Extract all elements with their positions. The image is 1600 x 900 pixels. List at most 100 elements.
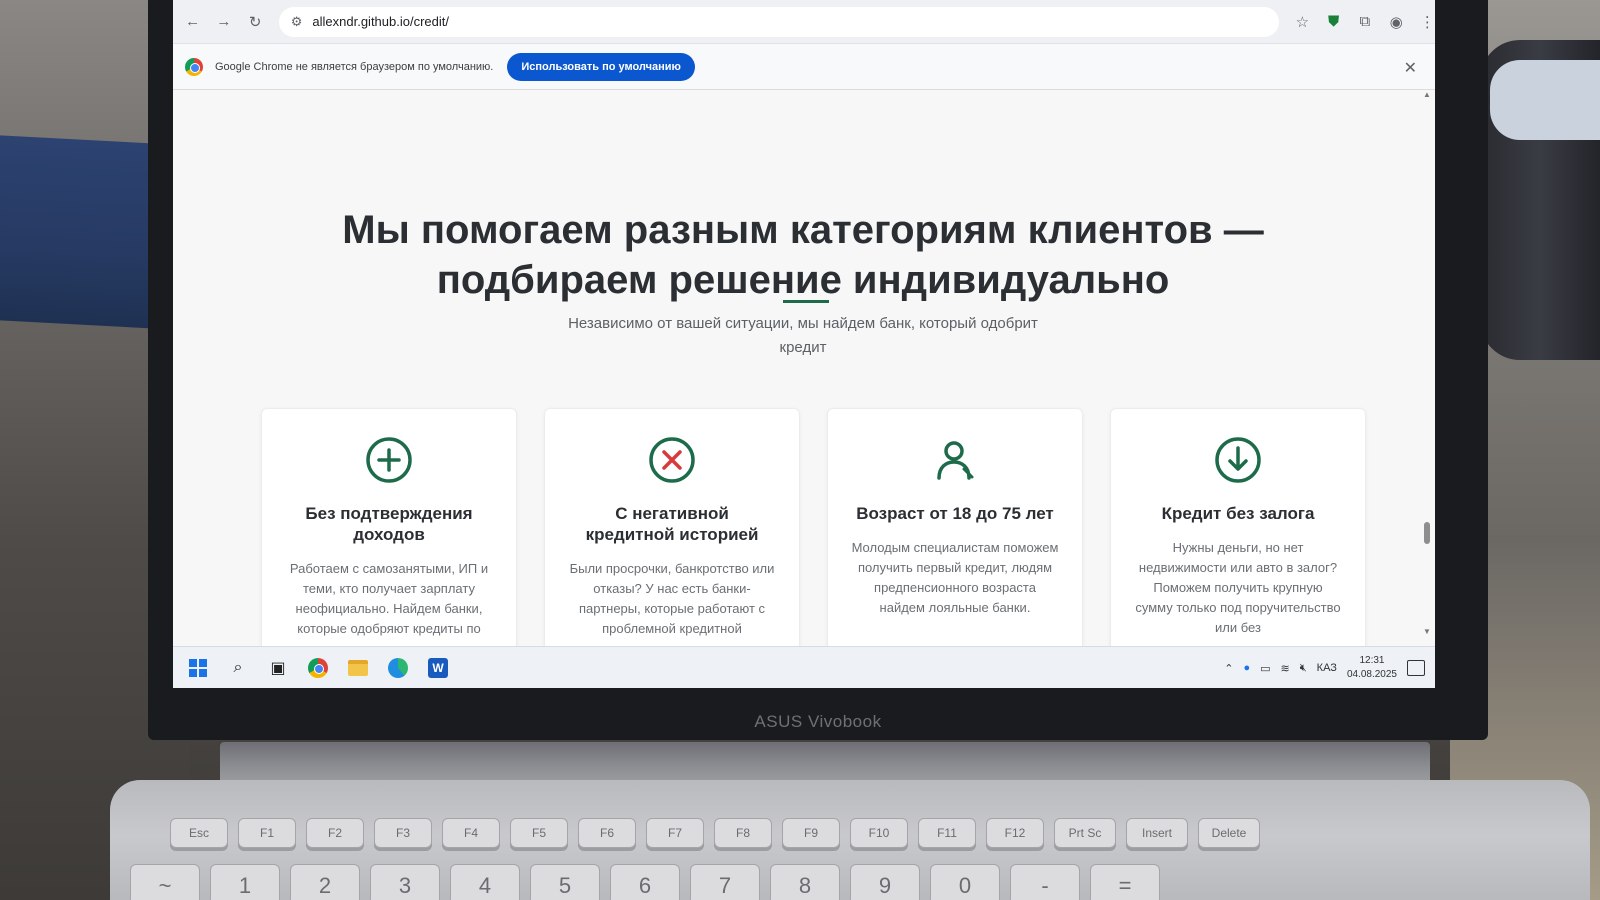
card-title-line-2: доходов xyxy=(353,525,425,544)
infobar-message: Google Chrome не является браузером по у… xyxy=(215,60,494,73)
card-title: Возраст от 18 до 75 лет xyxy=(850,503,1060,524)
scroll-up-arrow-icon[interactable]: ▲ xyxy=(1423,90,1431,99)
keyboard-key: - xyxy=(1010,864,1080,900)
browser-toolbar: ← → ↻ ⚙ allexndr.github.io/credit/ ☆ ⛊ ⧉… xyxy=(173,0,1435,44)
keyboard-key: 4 xyxy=(450,864,520,900)
keyboard-key: = xyxy=(1090,864,1160,900)
feature-cards: Без подтверждения доходов Работаем с сам… xyxy=(261,408,1366,646)
task-view-icon[interactable]: ▣ xyxy=(265,655,291,681)
battery-icon[interactable]: ▭ xyxy=(1260,662,1270,675)
keyboard-key: ~ xyxy=(130,864,200,900)
keyboard-key: F12 xyxy=(986,818,1044,848)
laptop-screen: ← → ↻ ⚙ allexndr.github.io/credit/ ☆ ⛊ ⧉… xyxy=(173,0,1435,688)
scroll-down-arrow-icon[interactable]: ▼ xyxy=(1423,627,1431,636)
download-circle-icon xyxy=(1133,435,1343,487)
keyboard-key: Insert xyxy=(1126,818,1188,848)
card-title-line-2: кредитной историей xyxy=(585,525,759,544)
notifications-icon[interactable] xyxy=(1407,660,1425,676)
x-circle-icon xyxy=(567,435,777,487)
page-title: Мы помогаем разным категориям клиентов —… xyxy=(303,205,1303,305)
bookmark-star-icon[interactable]: ☆ xyxy=(1295,13,1310,31)
laptop-keyboard: Esc F1 F2 F3 F4 F5 F6 F7 F8 F9 F10 F11 F12 Prt Sc Inse… xyxy=(110,780,1590,900)
extensions-puzzle-icon[interactable]: ⧉ xyxy=(1357,13,1372,30)
wifi-icon[interactable]: ≋ xyxy=(1281,662,1290,675)
page-subtitle: Независимо от вашей ситуации, мы найдем … xyxy=(553,312,1053,360)
feature-card-no-collateral: Кредит без залога Нужны деньги, но нет н… xyxy=(1110,408,1366,646)
feature-card-age-range: Возраст от 18 до 75 лет Молодым специали… xyxy=(827,408,1083,646)
keyboard-key: 8 xyxy=(770,864,840,900)
keyboard-key: F10 xyxy=(850,818,908,848)
web-page: Мы помогаем разным категориям клиентов —… xyxy=(173,90,1435,646)
card-title-line-1: Возраст от 18 до 75 лет xyxy=(856,504,1054,523)
card-description: Нужны деньги, но нет недвижимости или ав… xyxy=(1135,540,1341,635)
keyboard-key: F1 xyxy=(238,818,296,848)
keyboard-fn-row: Esc F1 F2 F3 F4 F5 F6 F7 F8 F9 F10 F11 F12 Prt Sc Inse… xyxy=(170,818,1260,848)
subtitle-line-1: Независимо от вашей ситуации, мы найдем … xyxy=(568,315,1038,332)
shirt-sleeve xyxy=(1490,60,1600,140)
windows-start-icon[interactable] xyxy=(185,655,211,681)
laptop-brand-label: ASUS Vivobook xyxy=(754,712,882,731)
keyboard-key: 1 xyxy=(210,864,280,900)
keyboard-key: F5 xyxy=(510,818,568,848)
keyboard-key: 0 xyxy=(930,864,1000,900)
subtitle-line-2: кредит xyxy=(779,339,827,356)
edge-browser-icon[interactable] xyxy=(385,655,411,681)
page-title-line-1: Мы помогаем разным категориям клиентов — xyxy=(342,208,1264,252)
volume-muted-icon[interactable]: 🔇︎ xyxy=(1300,662,1307,675)
user-icon xyxy=(850,435,1060,487)
page-scrollbar[interactable]: ▲ ▼ xyxy=(1423,90,1431,646)
card-title-line-1: Без подтверждения xyxy=(305,504,473,523)
card-description: Молодым специалистам поможем получить пе… xyxy=(851,540,1059,615)
profile-icon[interactable]: ◉ xyxy=(1389,13,1404,31)
title-underline xyxy=(783,300,829,303)
set-default-button[interactable]: Использовать по умолчанию xyxy=(507,52,695,81)
plus-circle-icon xyxy=(284,435,494,487)
address-bar[interactable]: ⚙ allexndr.github.io/credit/ xyxy=(278,6,1279,37)
forward-icon[interactable]: → xyxy=(216,13,231,30)
chrome-logo-icon xyxy=(185,57,203,76)
close-icon[interactable]: ✕ xyxy=(1404,58,1417,78)
card-description: Были просрочки, банкротство или отказы? … xyxy=(569,561,775,636)
tray-overflow-chevron-icon[interactable]: ⌃ xyxy=(1224,662,1233,675)
keyboard-key: F11 xyxy=(918,818,976,848)
clock-time: 12:31 xyxy=(1359,655,1385,666)
keyboard-key: 2 xyxy=(290,864,360,900)
feature-card-no-income-proof: Без подтверждения доходов Работаем с сам… xyxy=(261,408,517,646)
search-icon[interactable]: ⌕ xyxy=(225,655,251,681)
keyboard-key: Delete xyxy=(1198,818,1260,848)
keyboard-key: F4 xyxy=(442,818,500,848)
keyboard-key: F2 xyxy=(306,818,364,848)
feature-card-bad-credit-history: С негативной кредитной историей Были про… xyxy=(544,408,800,646)
card-title-line-1: Кредит без залога xyxy=(1161,504,1315,523)
keyboard-key: F8 xyxy=(714,818,772,848)
back-icon[interactable]: ← xyxy=(185,13,200,30)
shield-extension-icon[interactable]: ⛊ xyxy=(1326,13,1341,30)
keyboard-key: 3 xyxy=(370,864,440,900)
keyboard-key: Esc xyxy=(170,818,228,848)
scrollbar-thumb[interactable] xyxy=(1424,522,1430,544)
keyboard-key: 7 xyxy=(690,864,760,900)
keyboard-key: 6 xyxy=(610,864,680,900)
reload-icon[interactable]: ↻ xyxy=(248,13,263,31)
keyboard-key: Prt Sc xyxy=(1054,818,1116,848)
keyboard-key: F3 xyxy=(374,818,432,848)
url-text: allexndr.github.io/credit/ xyxy=(312,14,449,29)
card-title-line-1: С негативной xyxy=(615,504,729,523)
system-tray: ⌃ ● ▭ ≋ 🔇︎ КАЗ 12:31 04.08.2025 xyxy=(1224,647,1425,688)
site-settings-icon[interactable]: ⚙ xyxy=(291,14,303,30)
keyboard-key: F7 xyxy=(646,818,704,848)
default-browser-infobar: Google Chrome не является браузером по у… xyxy=(173,44,1435,90)
chrome-taskbar-icon[interactable] xyxy=(305,655,331,681)
keyboard-number-row: ~1 2 3 4 5 6 7 8 9 0- = xyxy=(130,864,1160,900)
card-title: Без подтверждения доходов xyxy=(284,503,494,545)
clock-date: 04.08.2025 xyxy=(1346,669,1397,680)
clock[interactable]: 12:31 04.08.2025 xyxy=(1347,654,1397,682)
windows-taskbar: ⌕ ▣ W ⌃ ● ▭ ≋ 🔇︎ КАЗ 12:31 04.08.2025 xyxy=(173,646,1435,688)
page-title-line-2: подбираем решение индивидуально xyxy=(436,258,1170,302)
card-title: С негативной кредитной историей xyxy=(567,503,777,545)
input-language[interactable]: КАЗ xyxy=(1317,662,1337,674)
keyboard-key: 5 xyxy=(530,864,600,900)
kebab-menu-icon[interactable]: ⋮ xyxy=(1420,13,1435,31)
file-explorer-icon[interactable] xyxy=(345,655,371,681)
word-app-icon[interactable]: W xyxy=(425,655,451,681)
